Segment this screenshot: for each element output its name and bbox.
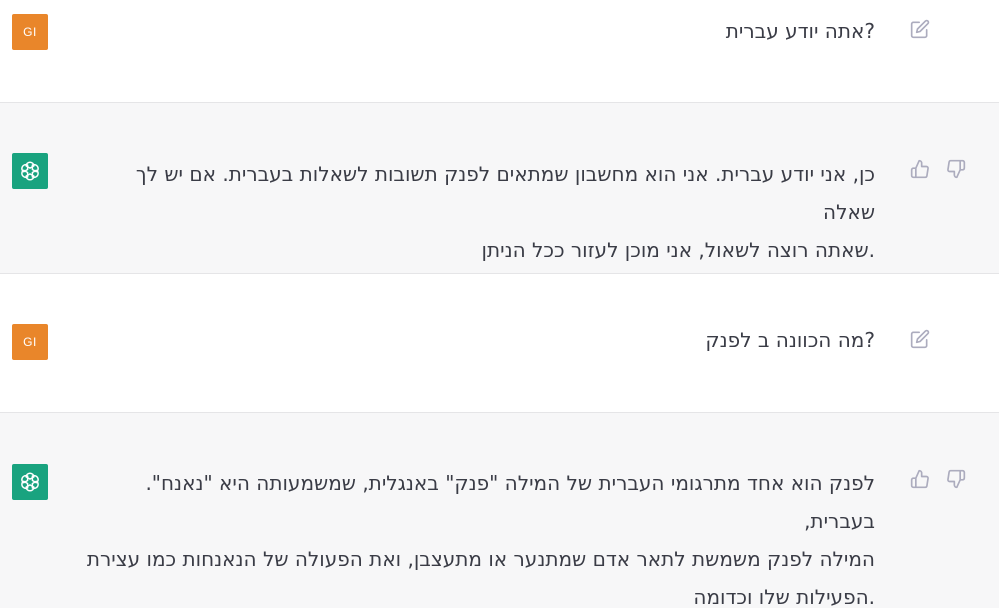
avatar-initials: GI [23,25,37,39]
assistant-message: כן, אני יודע עברית. אני הוא מחשבון שמתאי… [0,102,999,274]
thumbs-down-icon[interactable] [946,159,966,179]
thumbs-up-icon[interactable] [910,159,930,179]
message-text: ?אתה יודע עברית [725,19,875,43]
message-text: ?מה הכוונה ב לפנק [705,328,875,352]
edit-icon[interactable] [910,19,930,39]
user-avatar: GI [12,324,48,360]
message-line: כן, אני יודע עברית. אני הוא מחשבון שמתאי… [135,162,875,224]
message-line: .שאתה רוצה לשאול, אני מוכן לעזור ככל הני… [481,238,875,262]
message-line: לפנק הוא אחד מתרגומי העברית של המילה "פנ… [145,471,875,533]
user-avatar: GI [12,14,48,50]
user-message: GI ?אתה יודע עברית [0,0,999,102]
message-text: לפנק הוא אחד מתרגומי העברית של המילה "פנ… [80,464,875,608]
user-message: GI ?מה הכוונה ב לפנק [0,274,999,412]
edit-icon[interactable] [910,329,930,349]
message-actions [910,159,966,179]
assistant-avatar [12,464,48,500]
message-actions [910,469,966,489]
message-line: המילה לפנק משמשת לתאר אדם שמתנער או מתעצ… [86,547,875,571]
thumbs-up-icon[interactable] [910,469,930,489]
message-actions [910,19,930,39]
message-actions [910,329,930,349]
conversation-thread: GI ?אתה יודע עברית כן, אני יודע עברית. א… [0,0,999,608]
message-text: כן, אני יודע עברית. אני הוא מחשבון שמתאי… [80,155,875,269]
thumbs-down-icon[interactable] [946,469,966,489]
message-line: .הפעילות שלו וכדומה [693,585,875,608]
assistant-message: לפנק הוא אחד מתרגומי העברית של המילה "פנ… [0,412,999,608]
openai-logo-icon [21,161,39,181]
avatar-initials: GI [23,335,37,349]
assistant-avatar [12,153,48,189]
openai-logo-icon [21,472,39,492]
